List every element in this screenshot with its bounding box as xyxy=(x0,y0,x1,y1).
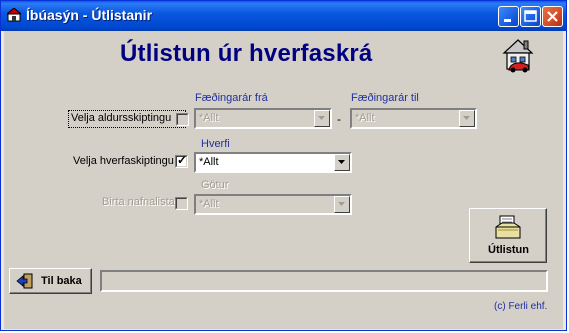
export-icon xyxy=(495,215,521,239)
birth-year-from-dropdown[interactable] xyxy=(314,110,330,127)
birth-year-to-value: *Allt xyxy=(355,112,375,124)
district-dropdown[interactable] xyxy=(334,154,350,171)
dropdown-arrow-icon xyxy=(463,116,470,120)
streets-value: *Allt xyxy=(199,198,219,210)
export-button[interactable]: Útlistun xyxy=(469,208,547,263)
house-icon xyxy=(502,39,534,73)
copyright: (c) Ferli ehf. xyxy=(494,301,548,312)
minimize-button[interactable] xyxy=(498,6,519,27)
birth-year-from-label: Fæðingarár frá xyxy=(195,92,268,104)
age-checkbox-label[interactable]: Velja aldursskiptingu xyxy=(71,112,171,124)
streets-checkbox-label[interactable]: Birta nafnalista xyxy=(102,196,175,208)
form-body: Útlistun úr hverfaskrá Fæðingarár frá Fæ… xyxy=(4,31,563,329)
birth-year-to-select[interactable]: *Allt xyxy=(350,108,477,129)
maximize-button[interactable] xyxy=(520,6,541,27)
streets-label: Götur xyxy=(201,179,229,191)
exit-door-icon xyxy=(16,273,33,289)
checkmark-icon: ✓ xyxy=(177,153,188,167)
page-title: Útlistun úr hverfaskrá xyxy=(120,40,373,67)
district-checkbox-label[interactable]: Velja hverfaskiptingu xyxy=(73,155,174,167)
district-value: *Allt xyxy=(199,156,219,168)
dropdown-arrow-icon xyxy=(318,116,325,120)
birth-year-to-label: Fæðingarár til xyxy=(351,92,419,104)
birth-year-to-dropdown[interactable] xyxy=(459,110,475,127)
streets-select[interactable]: *Allt xyxy=(194,194,352,215)
maximize-icon xyxy=(524,10,537,22)
dropdown-arrow-icon xyxy=(338,202,345,206)
close-button[interactable] xyxy=(542,6,563,27)
streets-dropdown[interactable] xyxy=(334,196,350,213)
streets-checkbox[interactable] xyxy=(175,197,188,210)
dropdown-arrow-icon xyxy=(338,160,345,164)
district-label: Hverfi xyxy=(201,138,230,150)
age-checkbox[interactable] xyxy=(176,113,189,126)
back-button[interactable]: Til baka xyxy=(9,268,92,294)
progress-bar xyxy=(100,270,548,292)
back-button-label: Til baka xyxy=(41,275,82,287)
birth-year-from-select[interactable]: *Allt xyxy=(194,108,332,129)
app-window: Íbúasýn - Útlistanir Útlistun úr hverfas… xyxy=(0,0,567,331)
app-icon xyxy=(7,8,21,22)
birth-year-from-value: *Allt xyxy=(199,112,219,124)
district-checkbox[interactable]: ✓ xyxy=(175,153,188,168)
export-button-label: Útlistun xyxy=(488,244,529,256)
window-title: Íbúasýn - Útlistanir xyxy=(26,7,153,23)
close-icon xyxy=(547,11,558,22)
district-select[interactable]: *Allt xyxy=(194,152,352,173)
title-bar[interactable]: Íbúasýn - Útlistanir xyxy=(1,1,566,31)
minimize-icon xyxy=(504,19,511,22)
range-separator: - xyxy=(337,112,341,126)
